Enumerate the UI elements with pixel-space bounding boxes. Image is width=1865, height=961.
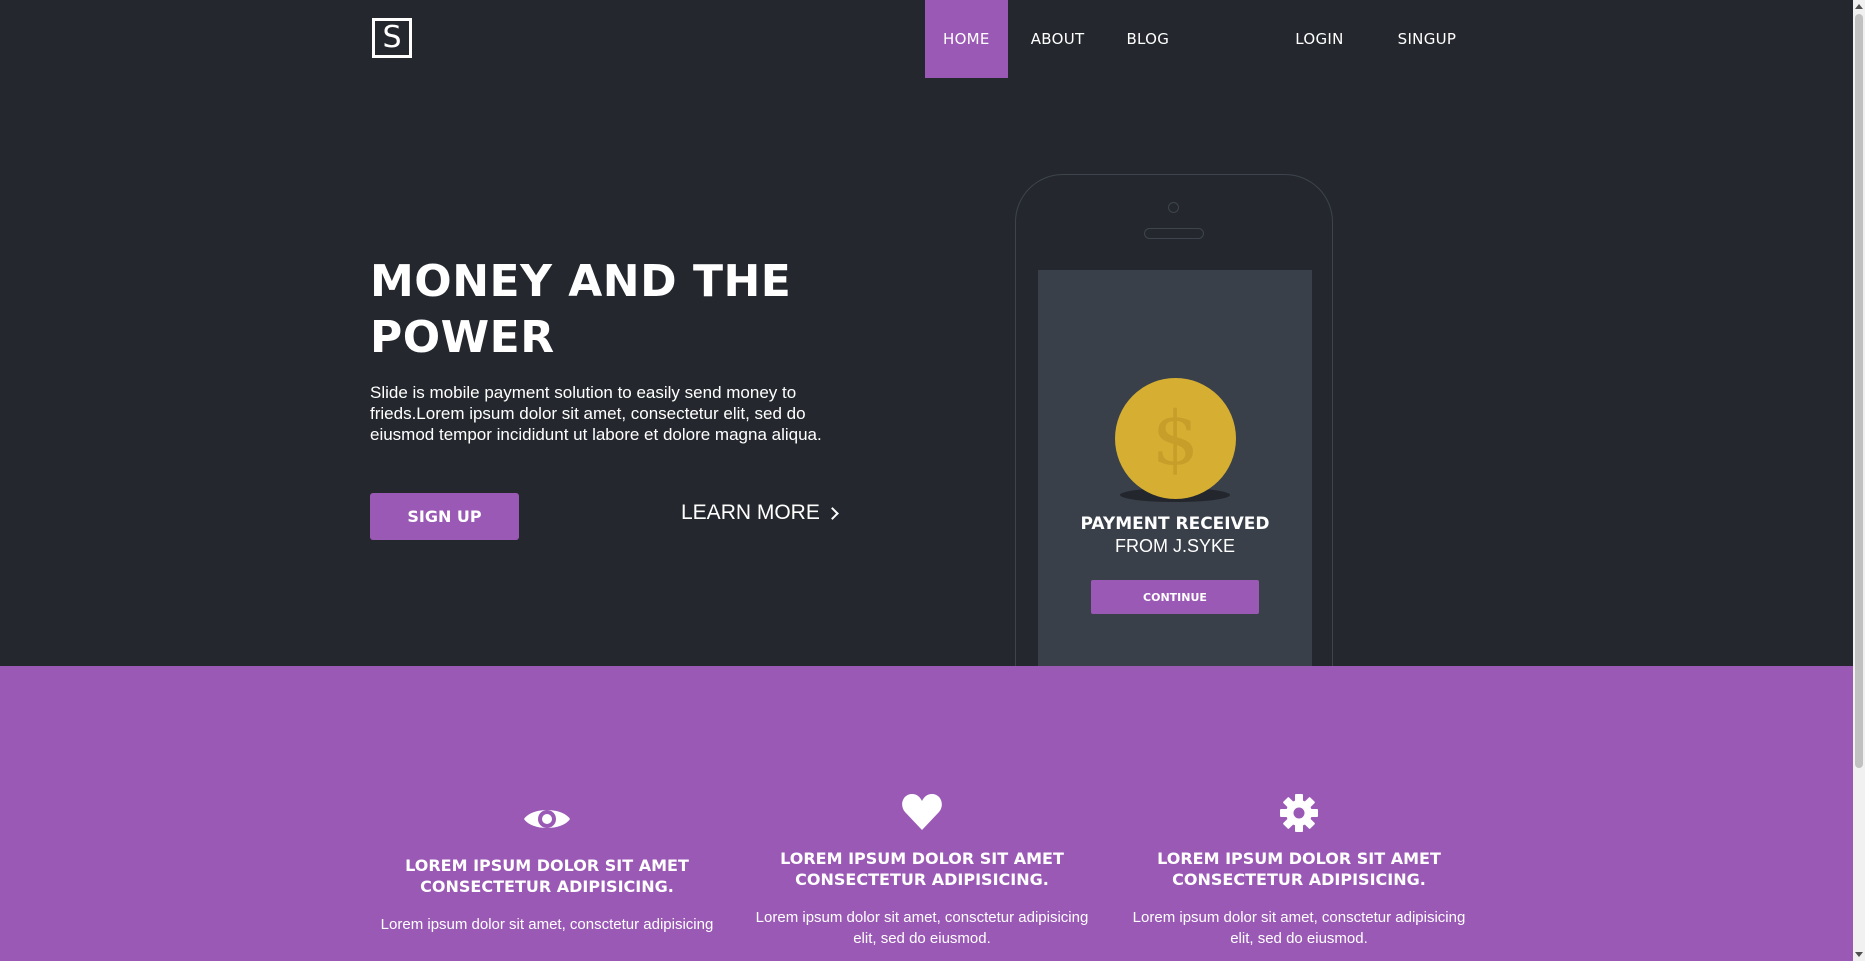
heart-icon <box>902 794 942 830</box>
coin-icon: $ <box>1114 378 1238 502</box>
phone-camera <box>1168 202 1179 213</box>
scroll-down-arrow-icon[interactable] <box>1855 952 1863 957</box>
feature-text: Lorem ipsum dolor sit amet, consctetur a… <box>380 916 714 933</box>
hero-title-line2: POWER <box>370 312 555 363</box>
hero-title-line1: MONEY AND THE <box>370 256 792 307</box>
logo-letter: S <box>382 20 402 55</box>
feature-title: LOREM IPSUM DOLOR SIT AMET CONSECTETUR A… <box>1157 849 1441 889</box>
features-section: LOREM IPSUM DOLOR SIT AMET CONSECTETUR A… <box>0 666 1853 961</box>
phone-mockup: $ PAYMENT RECEIVED FROM J.SYKE CONTINUE <box>1015 174 1333 694</box>
feature-text: Lorem ipsum dolor sit amet, consctetur a… <box>1132 909 1466 947</box>
scroll-thumb[interactable] <box>1855 14 1863 768</box>
learn-more-label: LEARN MORE <box>681 501 820 524</box>
nav-signup[interactable]: SINGUP <box>1398 0 1457 78</box>
phone-speaker <box>1144 228 1204 239</box>
gear-icon <box>1280 794 1318 832</box>
nav-login[interactable]: LOGIN <box>1295 0 1343 78</box>
main-nav: HOME ABOUT BLOG LOGIN SINGUP <box>925 0 1456 78</box>
feature-title: LOREM IPSUM DOLOR SIT AMET CONSECTETUR A… <box>405 856 689 896</box>
phone-screen: $ PAYMENT RECEIVED FROM J.SYKE CONTINUE <box>1038 270 1312 670</box>
feature-item: LOREM IPSUM DOLOR SIT AMET CONSECTETUR A… <box>742 792 1102 949</box>
logo[interactable]: S <box>372 18 412 58</box>
continue-button[interactable]: CONTINUE <box>1091 580 1259 614</box>
feature-title: LOREM IPSUM DOLOR SIT AMET CONSECTETUR A… <box>780 849 1064 889</box>
feature-text: Lorem ipsum dolor sit amet, consctetur a… <box>755 909 1089 947</box>
feature-item: LOREM IPSUM DOLOR SIT AMET CONSECTETUR A… <box>367 801 727 935</box>
scroll-up-arrow-icon[interactable] <box>1855 4 1863 9</box>
feature-item: LOREM IPSUM DOLOR SIT AMET CONSECTETUR A… <box>1119 793 1479 949</box>
nav-about[interactable]: ABOUT <box>1031 0 1085 78</box>
hero-description: Slide is mobile payment solution to easi… <box>370 383 822 444</box>
page-scrollbar[interactable] <box>1853 0 1865 961</box>
dollar-sign: $ <box>1151 395 1200 482</box>
sign-up-button[interactable]: SIGN UP <box>370 493 519 540</box>
payment-title: PAYMENT RECEIVED <box>1080 514 1270 534</box>
hero-title: MONEY AND THE POWER <box>370 254 850 366</box>
learn-more-link[interactable]: LEARN MORE <box>681 501 839 525</box>
nav-blog[interactable]: BLOG <box>1126 0 1169 78</box>
eye-icon <box>524 810 570 828</box>
chevron-right-icon <box>825 506 839 520</box>
nav-home[interactable]: HOME <box>925 0 1008 78</box>
payment-from: FROM J.SYKE <box>1114 536 1235 556</box>
